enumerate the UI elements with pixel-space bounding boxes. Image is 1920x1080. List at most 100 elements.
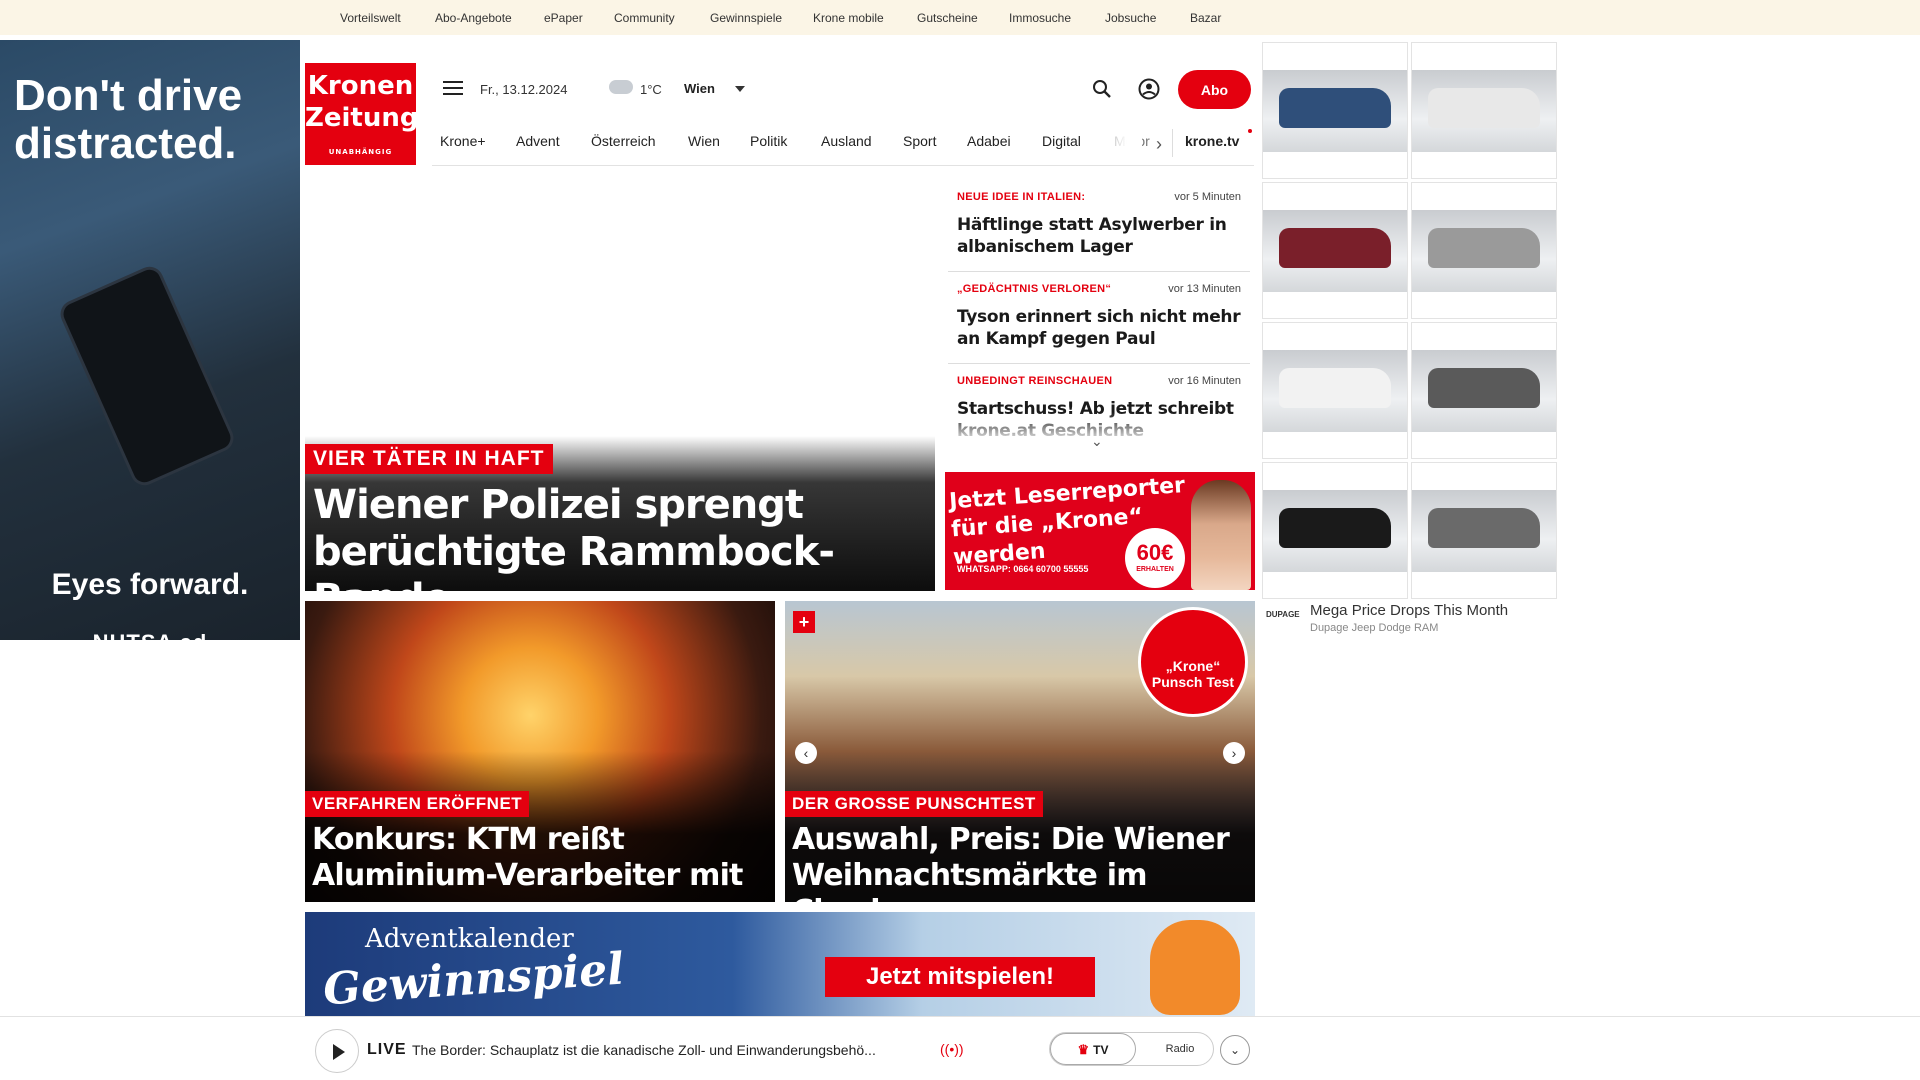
nav-item-krone-plus[interactable]: Krone+ [440,133,486,149]
ad-advertiser: Dupage Jeep Dodge RAM [1310,622,1439,634]
nav-item-ausland[interactable]: Ausland [821,133,872,149]
car-icon [1428,368,1540,408]
reward-amount: 60€ [1136,540,1174,565]
ad-car-tile[interactable] [1411,322,1557,459]
nav-item-advent[interactable]: Advent [516,133,560,149]
topbar-link-abo-angebote[interactable]: Abo-Angebote [435,11,512,25]
topbar-link-epaper[interactable]: ePaper [544,11,583,25]
news-title[interactable]: Häftlinge statt Asylwerber in albanische… [957,214,1245,258]
news-time: vor 16 Minuten [1168,375,1241,387]
carousel-next-icon[interactable]: › [1223,742,1245,764]
expand-chevron-icon[interactable]: ⌄ [1220,1035,1250,1065]
ad-car-tile[interactable] [1411,462,1557,599]
ad-car-tile[interactable] [1262,42,1408,179]
article-card-punschtest[interactable]: + „Krone“ Punsch Test ‹ › DER GROSSE PUN… [785,601,1255,902]
chevron-right-icon[interactable]: › [1156,134,1162,155]
ad-caption[interactable]: Mega Price Drops This Month [1310,602,1508,619]
cloud-icon [609,80,633,94]
mitspielen-button[interactable]: Jetzt mitspielen! [825,957,1095,997]
hero-article[interactable]: VIER TÄTER IN HAFT Wiener Polizei spreng… [305,436,935,622]
news-kicker: „GEDÄCHTNIS VERLOREN“ [957,283,1112,295]
city-selector[interactable]: Wien [684,81,715,96]
news-kicker: NEUE IDEE IN ITALIEN: [957,191,1086,203]
car-icon [1279,368,1391,408]
tv-toggle[interactable]: ♛ TV [1050,1033,1136,1065]
tv-radio-toggle: ♛ TV Radio [1049,1032,1214,1066]
fox-mascot [1150,920,1240,1015]
car-icon [1279,508,1391,548]
main-navigation: Krone+ Advent Österreich Wien Politik Au… [432,121,1254,166]
crown-icon: ♛ [1077,1042,1090,1057]
card-title[interactable]: Konkurs: KTM reißt Aluminium-Verarbeiter… [312,822,772,894]
nav-item-sport[interactable]: Sport [903,133,936,149]
topbar-link-community[interactable]: Community [614,11,675,25]
left-ad-banner[interactable]: Don't drive distracted. Eyes forward. NH… [0,40,300,640]
ad-car-tile[interactable] [1411,182,1557,319]
logo-line-1: Kronen [307,71,414,101]
topbar-link-gutscheine[interactable]: Gutscheine [917,11,978,25]
logo-line-3: UNABHÄNGIG [328,148,393,156]
ad-car-tile[interactable] [1262,462,1408,599]
nav-item-digital[interactable]: Digital [1042,133,1081,149]
menu-icon[interactable] [443,81,463,97]
tv-label: TV [1093,1043,1109,1057]
krone-plus-icon: + [793,611,815,633]
topbar-link-bazar[interactable]: Bazar [1190,11,1221,25]
topbar-link-immosuche[interactable]: Immosuche [1009,11,1071,25]
ad-car-tile[interactable] [1262,182,1408,319]
news-item[interactable]: „GEDÄCHTNIS VERLOREN“ vor 13 Minuten Tys… [948,272,1250,364]
chevron-down-icon[interactable] [735,86,745,92]
leserreporter-banner[interactable]: Jetzt Leserreporter für die „Krone“ werd… [945,472,1255,590]
nav-item-politik[interactable]: Politik [750,133,787,149]
logo-line-2: Zeitung [305,103,419,133]
car-icon [1428,88,1540,128]
nav-item-krone-tv[interactable]: krone.tv [1185,133,1239,149]
nav-fade [1092,121,1142,165]
nav-item-adabei[interactable]: Adabei [967,133,1011,149]
advent-word-2: Gewinnspiel [321,943,626,1016]
reward-label: ERHALTEN [1136,566,1174,573]
user-account-icon[interactable] [1138,78,1160,100]
car-icon [1428,508,1540,548]
play-icon[interactable] [315,1029,359,1073]
ad-car-tile[interactable] [1411,42,1557,179]
temperature: 1°C [640,82,662,97]
right-ad-panel[interactable]: ▷ ✕ DUPAGE Mega Price Drops This Month D… [1262,40,1558,652]
news-kicker: UNBEDINGT REINSCHAUEN [957,375,1113,387]
news-item[interactable]: NEUE IDEE IN ITALIEN: vor 5 Minuten Häft… [948,180,1250,272]
utility-bar: Vorteilswelt Abo-Angebote ePaper Communi… [0,0,1920,35]
topbar-link-krone-mobile[interactable]: Krone mobile [813,11,884,25]
topbar-link-jobsuche[interactable]: Jobsuche [1105,11,1156,25]
news-time: vor 13 Minuten [1168,283,1241,295]
ad-brand: NHTSA ad [0,630,300,640]
article-card-ktm[interactable]: VERFAHREN ERÖFFNET Konkurs: KTM reißt Al… [305,601,775,902]
chevron-down-icon[interactable]: ⌄ [1091,433,1103,450]
woman-photo [1191,480,1251,590]
news-title[interactable]: Tyson erinnert sich nicht mehr an Kampf … [957,306,1245,350]
abo-button[interactable]: Abo [1178,70,1251,109]
phone-image [56,262,238,490]
adventkalender-banner[interactable]: Adventkalender Gewinnspiel Jetzt mitspie… [305,912,1255,1017]
ad-car-tile[interactable] [1262,322,1408,459]
search-icon[interactable] [1092,79,1112,99]
nav-item-oesterreich[interactable]: Österreich [591,133,656,149]
topbar-link-gewinnspiele[interactable]: Gewinnspiele [710,11,782,25]
punsch-test-badge: „Krone“ Punsch Test [1138,607,1248,717]
topbar-link-vorteilswelt[interactable]: Vorteilswelt [340,11,401,25]
carousel-prev-icon[interactable]: ‹ [795,742,817,764]
news-time: vor 5 Minuten [1174,191,1241,203]
car-icon [1428,228,1540,268]
ad-tagline: Eyes forward. [51,568,249,601]
nav-divider [1172,129,1173,157]
reward-badge: 60€ ERHALTEN [1125,528,1185,588]
card-title[interactable]: Auswahl, Preis: Die Wiener Weihnachtsmär… [792,822,1252,902]
kronen-zeitung-logo[interactable]: Kronen Zeitung UNABHÄNGIG [305,63,419,165]
car-icon [1279,228,1391,268]
live-player-bar: LIVE The Border: Schauplatz ist die kana… [0,1016,1920,1080]
dupage-logo: DUPAGE [1266,610,1300,619]
live-title[interactable]: The Border: Schauplatz ist die kanadisch… [412,1042,876,1058]
car-icon [1279,88,1391,128]
radio-toggle[interactable]: Radio [1150,1033,1210,1065]
hero-tag: VIER TÄTER IN HAFT [305,444,553,474]
nav-item-wien[interactable]: Wien [688,133,720,149]
